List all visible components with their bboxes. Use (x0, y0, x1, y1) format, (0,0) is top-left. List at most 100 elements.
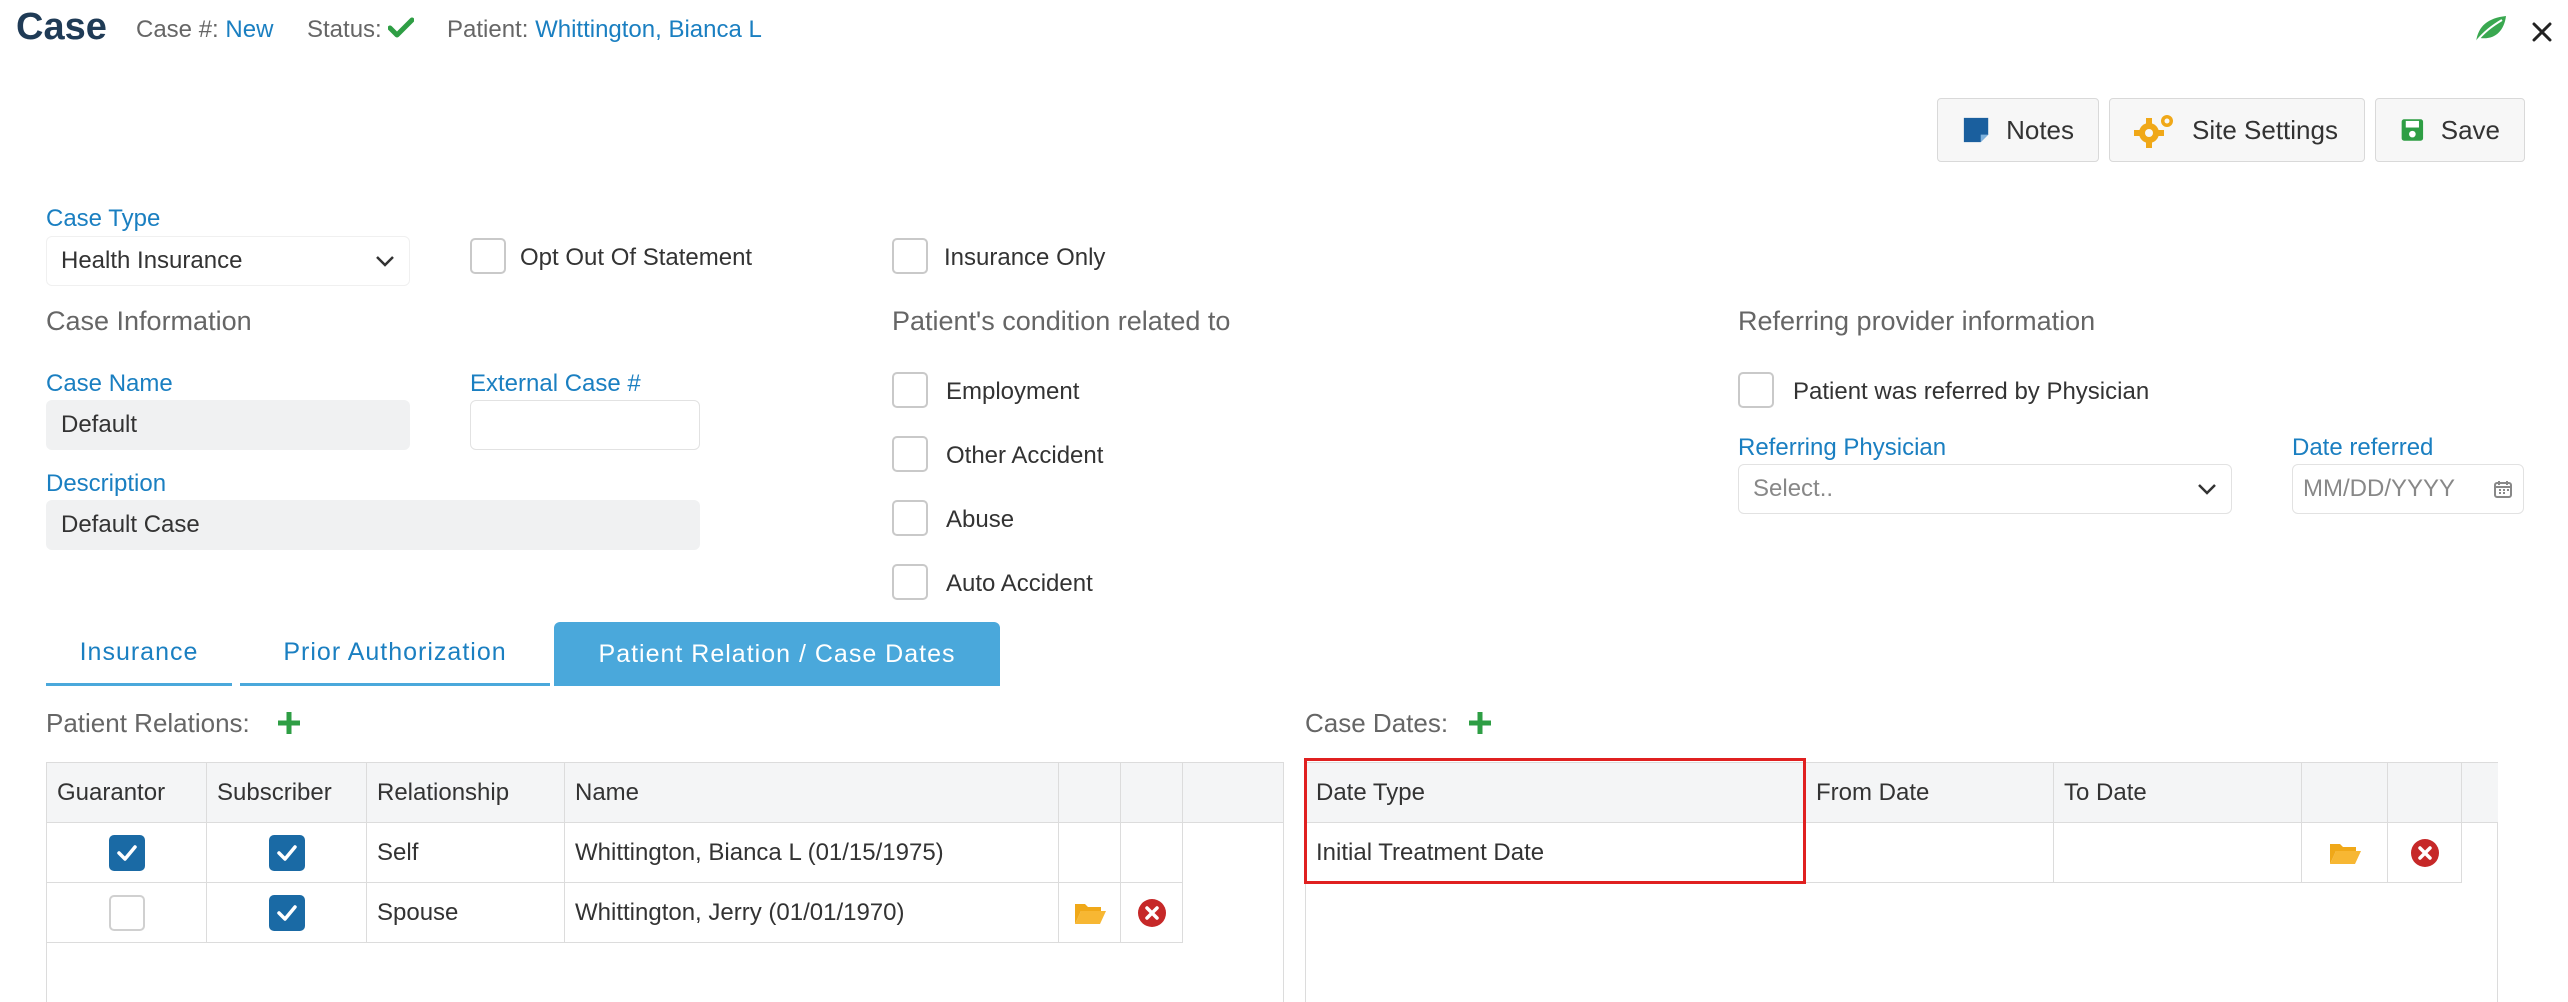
column-guarantor: Guarantor (47, 763, 207, 823)
name-cell: Whittington, Bianca L (01/15/1975) (565, 823, 1059, 883)
description-input[interactable]: Default Case (46, 500, 700, 550)
employment-checkbox[interactable] (892, 372, 928, 408)
column-to-date: To Date (2054, 763, 2302, 823)
column-from-date: From Date (1806, 763, 2054, 823)
notes-button[interactable]: Notes (1937, 98, 2099, 162)
patient-relations-table: Guarantor Subscriber Relationship Name S… (46, 762, 1284, 1002)
column-name: Name (565, 763, 1059, 823)
tab-insurance[interactable]: Insurance (46, 622, 232, 686)
name-cell: Whittington, Jerry (01/01/1970) (565, 883, 1059, 943)
check-icon (276, 904, 297, 921)
note-icon (1963, 117, 1989, 143)
column-delete (2388, 763, 2462, 823)
case-number-label: Case #: (136, 16, 219, 43)
check-icon (116, 844, 137, 861)
table-cell (2302, 823, 2388, 883)
patient-info: Patient: Whittington, Bianca L (447, 16, 762, 44)
auto-accident-checkbox[interactable] (892, 564, 928, 600)
external-case-label: External Case # (470, 370, 641, 397)
relationship-cell: Self (367, 823, 565, 883)
case-type-label: Case Type (46, 205, 161, 232)
chevron-down-icon (2198, 484, 2216, 495)
chevron-down-icon (376, 256, 394, 267)
description-label: Description (46, 470, 167, 497)
delete-icon[interactable] (1137, 898, 1167, 928)
abuse-checkbox[interactable] (892, 500, 928, 536)
case-number: Case #: New (136, 16, 273, 44)
case-type-select[interactable]: Health Insurance (46, 236, 410, 286)
case-status: Status: (307, 16, 415, 44)
case-name-input[interactable]: Default (46, 400, 410, 450)
table-cell (1059, 823, 1121, 883)
save-label: Save (2440, 114, 2500, 145)
tab-prior-authorization[interactable]: Prior Authorization (240, 622, 550, 686)
calendar-icon[interactable] (2493, 479, 2513, 499)
table-cell (2388, 823, 2462, 883)
subscriber-checkbox[interactable] (268, 894, 305, 931)
add-relation-icon[interactable] (276, 710, 302, 736)
notes-label: Notes (2006, 114, 2074, 145)
folder-open-icon[interactable] (1073, 900, 1107, 926)
folder-open-icon[interactable] (2328, 840, 2362, 866)
to-date-cell[interactable] (2054, 823, 2302, 883)
column-open (2302, 763, 2388, 823)
table-row (47, 883, 207, 943)
table-row (47, 823, 207, 883)
case-dates-title: Case Dates: (1305, 708, 1449, 738)
opt-out-label: Opt Out Of Statement (520, 244, 753, 271)
condition-title: Patient's condition related to (892, 306, 1231, 336)
subscriber-checkbox[interactable] (268, 834, 305, 871)
patient-relations-title: Patient Relations: (46, 708, 250, 738)
site-settings-button[interactable]: Site Settings (2109, 98, 2365, 162)
referred-by-physician-checkbox[interactable] (1738, 372, 1774, 408)
guarantor-checkbox[interactable] (108, 834, 145, 871)
from-date-cell[interactable] (1806, 823, 2054, 883)
check-icon (276, 844, 297, 861)
auto-accident-label: Auto Accident (946, 570, 1093, 597)
case-dates-table: Date Type From Date To Date Initial Trea… (1305, 762, 2498, 1002)
site-settings-label: Site Settings (2192, 114, 2338, 145)
status-label: Status: (307, 16, 382, 43)
floppy-disk-icon (2401, 119, 2424, 141)
column-spacer (2462, 763, 2498, 823)
column-date-type: Date Type (1306, 763, 1806, 823)
date-referred-placeholder: MM/DD/YYYY (2303, 475, 2456, 502)
case-name-label: Case Name (46, 370, 173, 397)
case-type-value: Health Insurance (61, 247, 243, 274)
insurance-only-checkbox[interactable] (892, 238, 928, 274)
column-open (1059, 763, 1121, 823)
external-case-input[interactable] (470, 400, 700, 450)
case-number-value: New (225, 16, 274, 43)
column-spacer (1183, 763, 1283, 823)
save-button[interactable]: Save (2375, 98, 2525, 162)
relationship-cell: Spouse (367, 883, 565, 943)
referred-by-physician-label: Patient was referred by Physician (1793, 378, 2150, 405)
table-cell (1059, 883, 1121, 943)
table-cell (207, 823, 367, 883)
other-accident-checkbox[interactable] (892, 436, 928, 472)
referring-physician-select[interactable]: Select.. (1738, 464, 2232, 514)
date-type-cell[interactable]: Initial Treatment Date (1306, 823, 1806, 883)
gears-icon (2134, 115, 2173, 148)
guarantor-checkbox[interactable] (108, 894, 145, 931)
insurance-only-label: Insurance Only (944, 244, 1106, 271)
tab-patient-relation-case-dates[interactable]: Patient Relation / Case Dates (554, 622, 1000, 686)
check-icon (387, 17, 415, 38)
other-accident-label: Other Accident (946, 442, 1104, 469)
add-case-date-icon[interactable] (1467, 710, 1493, 736)
date-referred-input[interactable]: MM/DD/YYYY (2292, 464, 2524, 514)
referring-physician-placeholder: Select.. (1753, 475, 1834, 502)
employment-label: Employment (946, 378, 1080, 405)
patient-link[interactable]: Whittington, Bianca L (535, 16, 762, 43)
case-information-title: Case Information (46, 306, 252, 336)
table-cell (207, 883, 367, 943)
column-subscriber: Subscriber (207, 763, 367, 823)
date-referred-label: Date referred (2292, 434, 2434, 461)
case-name-value: Default (61, 411, 138, 438)
opt-out-checkbox[interactable] (470, 238, 506, 274)
referring-title: Referring provider information (1738, 306, 2096, 336)
referring-physician-label: Referring Physician (1738, 434, 1947, 461)
close-icon[interactable] (2530, 20, 2554, 44)
table-cell (1121, 823, 1183, 883)
delete-icon[interactable] (2410, 838, 2440, 868)
